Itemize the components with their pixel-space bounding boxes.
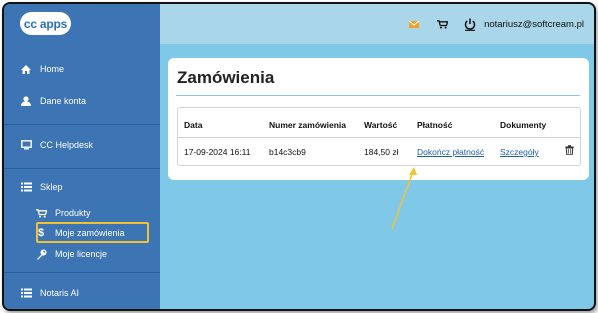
sidebar: cc apps Home Dane konta CC Helpdesk Skle… bbox=[4, 4, 160, 309]
sidebar-divider bbox=[4, 272, 160, 273]
orders-card: Zamówienia Data Numer zamówienia Wartość… bbox=[168, 58, 589, 180]
row-divider bbox=[178, 137, 580, 138]
sidebar-item-my-licenses[interactable]: Moje licencje bbox=[4, 243, 160, 265]
cc-apps-logo[interactable]: cc apps bbox=[20, 12, 71, 35]
app-window: cc apps Home Dane konta CC Helpdesk Skle… bbox=[2, 2, 596, 311]
page-title: Zamówienia bbox=[177, 68, 275, 87]
sidebar-item-label: Moje licencje bbox=[55, 249, 108, 259]
sidebar-item-label: Home bbox=[40, 64, 65, 74]
dollar-icon: $ bbox=[37, 227, 45, 239]
list-icon bbox=[19, 182, 33, 192]
logo-bar: cc apps bbox=[4, 4, 160, 44]
sidebar-item-label: Notaris AI bbox=[40, 288, 80, 298]
sidebar-divider bbox=[4, 124, 160, 125]
table-row: 17-09-2024 16:11 b14c3cb9 184,50 zł Doko… bbox=[178, 141, 580, 165]
order-number: b14c3cb9 bbox=[269, 147, 306, 157]
column-header: Data bbox=[184, 120, 203, 130]
key-icon bbox=[34, 249, 48, 260]
details-link[interactable]: Szczegóły bbox=[500, 147, 539, 157]
sidebar-item-label: Dane konta bbox=[40, 96, 87, 106]
sidebar-item-notaris-ai[interactable]: Notaris AI bbox=[4, 282, 160, 304]
monitor-icon bbox=[19, 140, 33, 150]
home-icon bbox=[19, 64, 33, 74]
sidebar-item-my-orders[interactable]: $ Moje zamówienia bbox=[4, 222, 160, 244]
column-header: Numer zamówienia bbox=[269, 120, 346, 130]
cart-icon bbox=[34, 208, 48, 218]
sidebar-item-helpdesk[interactable]: CC Helpdesk bbox=[4, 134, 160, 156]
column-header: Dokumenty bbox=[500, 120, 547, 130]
order-date: 17-09-2024 16:11 bbox=[184, 147, 251, 157]
sidebar-item-home[interactable]: Home bbox=[4, 58, 160, 80]
column-header: Wartość bbox=[364, 120, 398, 130]
trash-icon[interactable] bbox=[565, 145, 574, 157]
table-header-row: Data Numer zamówienia Wartość Płatność D… bbox=[178, 114, 580, 138]
title-underline bbox=[176, 95, 580, 96]
list-icon bbox=[19, 288, 33, 298]
cart-icon[interactable] bbox=[437, 19, 449, 29]
order-value: 184,50 zł bbox=[364, 147, 399, 157]
sidebar-item-shop[interactable]: Sklep bbox=[4, 176, 160, 198]
sidebar-item-account[interactable]: Dane konta bbox=[4, 90, 160, 112]
sidebar-item-label: Produkty bbox=[55, 208, 91, 218]
sidebar-item-label: Sklep bbox=[40, 182, 63, 192]
orders-table: Data Numer zamówienia Wartość Płatność D… bbox=[177, 107, 581, 166]
topbar: notariusz@softcream.pl bbox=[160, 4, 594, 44]
sidebar-item-products[interactable]: Produkty bbox=[4, 202, 160, 224]
power-icon[interactable] bbox=[464, 18, 476, 31]
complete-payment-link[interactable]: Dokończ płatność bbox=[417, 147, 484, 157]
sidebar-item-label: Moje zamówienia bbox=[55, 228, 125, 238]
column-header: Płatność bbox=[417, 120, 453, 130]
user-email[interactable]: notariusz@softcream.pl bbox=[484, 19, 584, 30]
sidebar-item-label: CC Helpdesk bbox=[40, 140, 94, 150]
user-icon bbox=[19, 96, 33, 106]
sidebar-divider bbox=[4, 168, 160, 169]
envelope-icon[interactable] bbox=[409, 20, 420, 28]
